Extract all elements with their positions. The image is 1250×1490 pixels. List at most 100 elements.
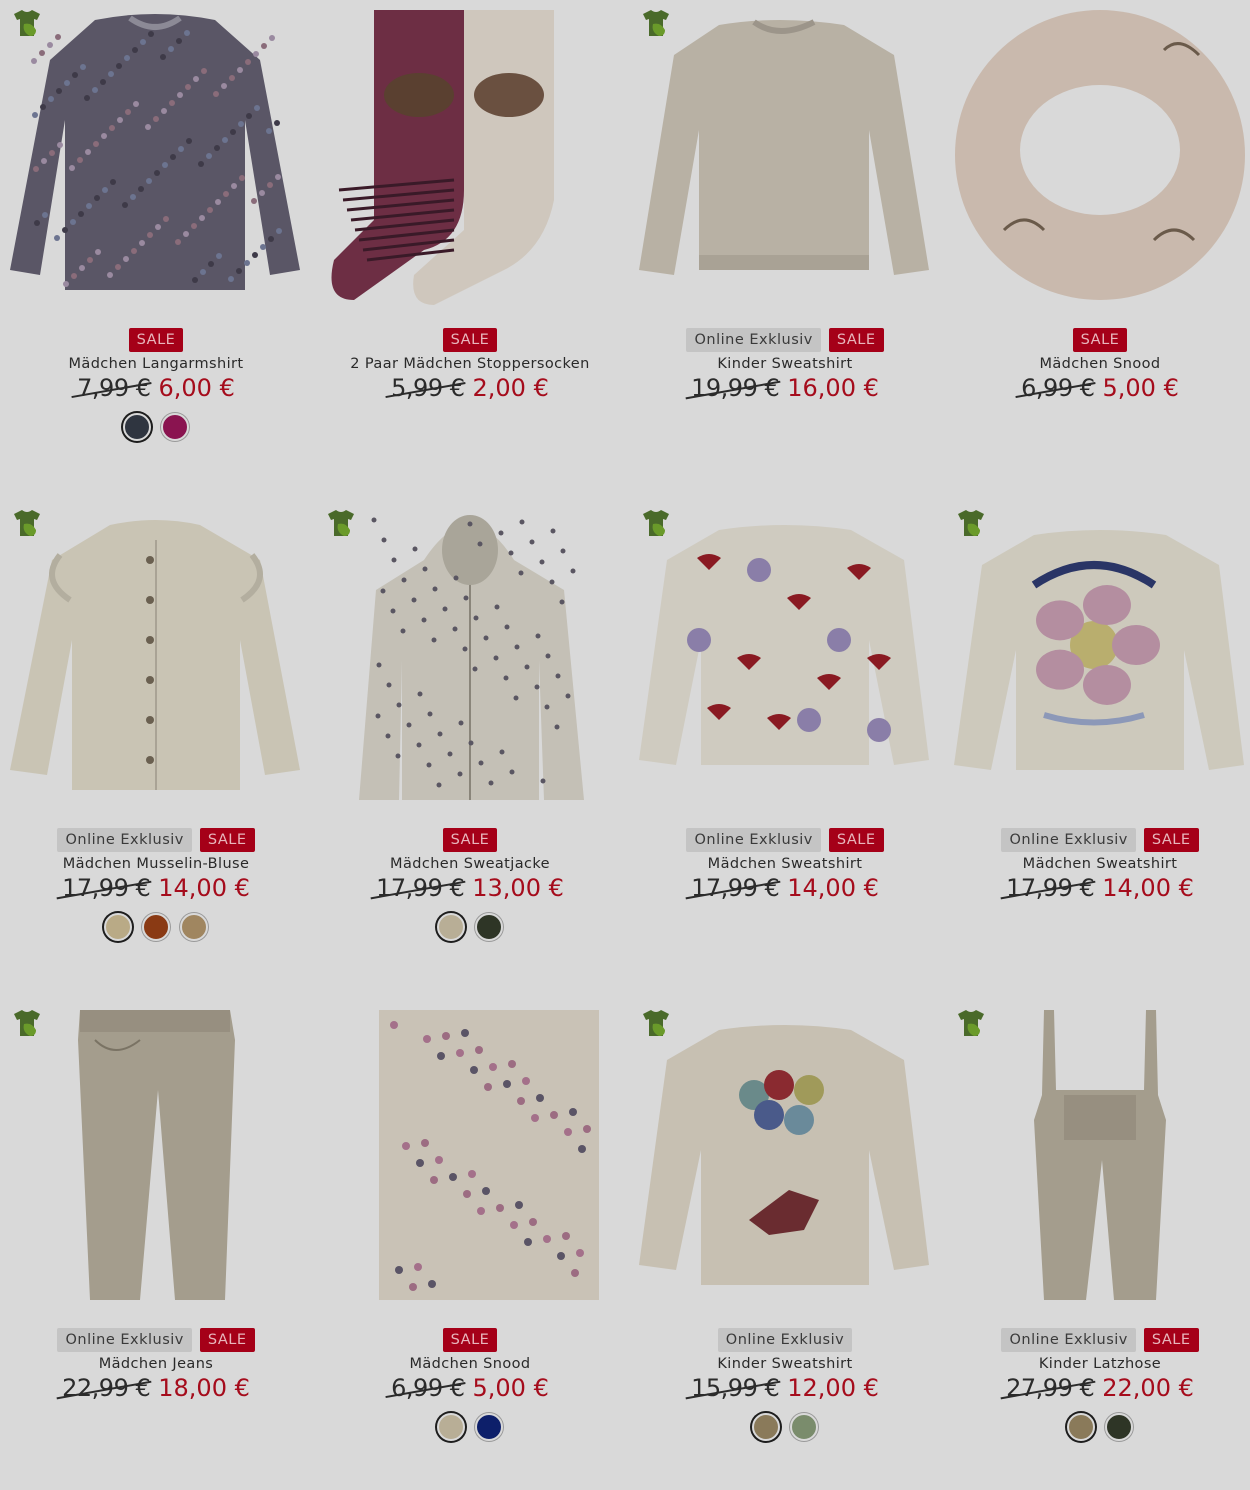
badge-row: SALE: [314, 828, 626, 852]
product-name[interactable]: Mädchen Langarmshirt: [0, 356, 312, 372]
color-swatch[interactable]: [1105, 1413, 1133, 1441]
product-card[interactable]: Online Exklusiv SALE Kinder Latzhose 27,99…: [944, 1000, 1250, 1490]
product-card[interactable]: SALE 2 Paar Mädchen Stoppersocken 5,99 €2…: [314, 0, 626, 490]
eco-shirt-icon: [639, 508, 673, 540]
badge-row: SALE: [314, 328, 626, 352]
hooded-sweatjacket-image[interactable]: [314, 500, 626, 810]
color-swatch[interactable]: [475, 913, 503, 941]
product-name[interactable]: Mädchen Snood: [314, 1356, 626, 1372]
product-name[interactable]: Kinder Sweatshirt: [629, 1356, 941, 1372]
flower-mood-sweatshirt-image[interactable]: [944, 500, 1250, 810]
product-name[interactable]: Mädchen Sweatshirt: [944, 856, 1250, 872]
strawberry-sweatshirt-image[interactable]: [629, 500, 941, 810]
online-exclusive-badge: Online Exklusiv: [1001, 828, 1136, 852]
product-card[interactable]: SALE Mädchen Langarmshirt 7,99 €6,00 €: [0, 0, 312, 490]
product-card[interactable]: Online Exklusiv Kinder Sweatshirt 15,99 €…: [629, 1000, 941, 1490]
product-name[interactable]: Mädchen Sweatshirt: [629, 856, 941, 872]
eco-shirt-icon: [10, 508, 44, 540]
product-name[interactable]: Kinder Latzhose: [944, 1356, 1250, 1372]
online-exclusive-badge: Online Exklusiv: [1001, 1328, 1136, 1352]
product-card[interactable]: Online Exklusiv SALE Kinder Sweatshirt 19,…: [629, 0, 941, 490]
sale-badge: SALE: [828, 328, 884, 352]
color-swatch[interactable]: [437, 1413, 465, 1441]
horse-socks-image[interactable]: [314, 0, 626, 310]
sale-badge: SALE: [442, 328, 498, 352]
color-swatches: [314, 913, 626, 943]
price-row: 6,99 €5,00 €: [314, 1374, 626, 1402]
old-price: 17,99 €: [62, 874, 151, 902]
old-price: 15,99 €: [691, 1374, 780, 1402]
old-price: 6,99 €: [391, 1374, 465, 1402]
color-swatch[interactable]: [475, 1413, 503, 1441]
color-swatch[interactable]: [161, 413, 189, 441]
old-price: 5,99 €: [391, 374, 465, 402]
badge-row: Online Exklusiv SALE: [944, 1328, 1250, 1352]
sale-price: 13,00 €: [472, 874, 564, 902]
product-card[interactable]: Online Exklusiv SALE Mädchen Sweatshirt 17…: [944, 500, 1250, 990]
beige-sweatshirt-image[interactable]: [629, 0, 941, 310]
old-price: 17,99 €: [376, 874, 465, 902]
product-name[interactable]: Mädchen Sweatjacke: [314, 856, 626, 872]
horse-snood-image[interactable]: [944, 0, 1250, 310]
online-exclusive-badge: Online Exklusiv: [57, 828, 192, 852]
product-card[interactable]: SALE Mädchen Snood 6,99 €5,00 €: [944, 0, 1250, 490]
muslin-blouse-image[interactable]: [0, 500, 312, 810]
color-swatches: [629, 1413, 941, 1443]
sale-badge: SALE: [199, 1328, 255, 1352]
eco-shirt-icon: [10, 8, 44, 40]
product-card[interactable]: SALE Mädchen Snood 6,99 €5,00 €: [314, 1000, 626, 1490]
sale-badge: SALE: [128, 328, 184, 352]
badge-row: Online Exklusiv: [629, 1328, 941, 1352]
sale-badge: SALE: [828, 828, 884, 852]
price-row: 17,99 €14,00 €: [629, 874, 941, 902]
sale-badge: SALE: [1143, 1328, 1199, 1352]
product-name[interactable]: 2 Paar Mädchen Stoppersocken: [314, 356, 626, 372]
color-swatch[interactable]: [180, 913, 208, 941]
sale-badge: SALE: [199, 828, 255, 852]
dog-balloon-sweatshirt-image[interactable]: [629, 1000, 941, 1310]
sale-price: 18,00 €: [158, 1374, 250, 1402]
old-price: 7,99 €: [77, 374, 151, 402]
product-card[interactable]: Online Exklusiv SALE Mädchen Jeans 22,99 €…: [0, 1000, 312, 1490]
sale-price: 22,00 €: [1102, 1374, 1194, 1402]
product-name[interactable]: Mädchen Snood: [944, 356, 1250, 372]
beige-jeans-image[interactable]: [0, 1000, 312, 1310]
sale-price: 12,00 €: [787, 1374, 879, 1402]
price-row: 17,99 €14,00 €: [944, 874, 1250, 902]
color-swatches: [944, 1413, 1250, 1443]
badge-row: Online Exklusiv SALE: [629, 328, 941, 352]
sale-price: 14,00 €: [158, 874, 250, 902]
product-card[interactable]: Online Exklusiv SALE Mädchen Musselin-Blus…: [0, 500, 312, 990]
price-row: 22,99 €18,00 €: [0, 1374, 312, 1402]
badge-row: Online Exklusiv SALE: [0, 828, 312, 852]
eco-shirt-icon: [639, 1008, 673, 1040]
badge-row: SALE: [944, 328, 1250, 352]
butterfly-snood-image[interactable]: [314, 1000, 626, 1310]
sale-price: 5,00 €: [1102, 374, 1179, 402]
online-exclusive-badge: Online Exklusiv: [57, 1328, 192, 1352]
product-name[interactable]: Mädchen Musselin-Bluse: [0, 856, 312, 872]
color-swatch[interactable]: [752, 1413, 780, 1441]
product-name[interactable]: Kinder Sweatshirt: [629, 356, 941, 372]
online-exclusive-badge: Online Exklusiv: [686, 828, 821, 852]
color-swatch[interactable]: [123, 413, 151, 441]
old-price: 22,99 €: [62, 1374, 151, 1402]
floral-longsleeve-shirt-image[interactable]: [0, 0, 312, 310]
sale-price: 2,00 €: [472, 374, 549, 402]
product-card[interactable]: SALE Mädchen Sweatjacke 17,99 €13,00 €: [314, 500, 626, 990]
product-name[interactable]: Mädchen Jeans: [0, 1356, 312, 1372]
price-row: 15,99 €12,00 €: [629, 1374, 941, 1402]
product-card[interactable]: Online Exklusiv SALE Mädchen Sweatshirt 17…: [629, 500, 941, 990]
sale-badge: SALE: [442, 1328, 498, 1352]
color-swatch[interactable]: [437, 913, 465, 941]
color-swatch[interactable]: [790, 1413, 818, 1441]
color-swatches: [0, 413, 312, 443]
sale-badge: SALE: [442, 828, 498, 852]
eco-shirt-icon: [10, 1008, 44, 1040]
color-swatch[interactable]: [104, 913, 132, 941]
price-row: 17,99 €14,00 €: [0, 874, 312, 902]
color-swatch[interactable]: [1067, 1413, 1095, 1441]
dungarees-image[interactable]: [944, 1000, 1250, 1310]
color-swatch[interactable]: [142, 913, 170, 941]
badge-row: Online Exklusiv SALE: [629, 828, 941, 852]
